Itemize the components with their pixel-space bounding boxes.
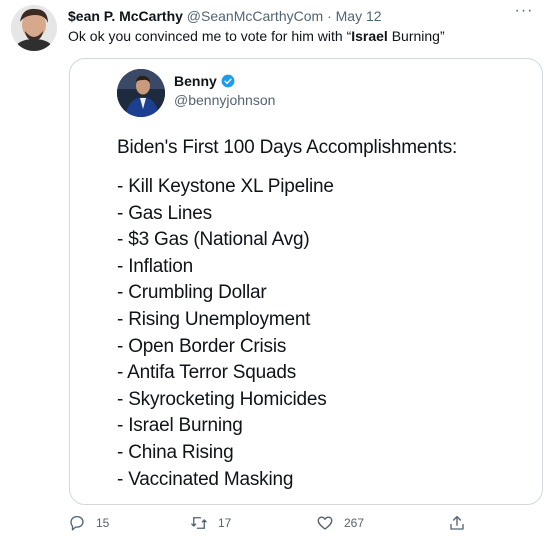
list-item: - Inflation xyxy=(117,255,193,277)
separator-dot: · xyxy=(327,8,332,24)
list-item: - Crumbling Dollar xyxy=(117,282,267,304)
list-item: - Gas Lines xyxy=(117,202,212,224)
list-item: - Vaccinated Masking xyxy=(117,468,294,490)
heart-icon xyxy=(317,516,333,530)
quoted-author-name-text: Benny xyxy=(174,73,217,89)
list-item: - Skyrocketing Homicides xyxy=(117,388,327,410)
quoted-author-avatar-image xyxy=(117,69,165,117)
like-button[interactable]: 267 xyxy=(316,514,364,532)
tweet-actions: 15 17 267 xyxy=(0,514,549,536)
author-name[interactable]: $ean P. McCarthy xyxy=(68,8,183,24)
quoted-author-avatar xyxy=(117,69,165,117)
quoted-author-name: Benny xyxy=(174,73,235,89)
list-item: - Kill Keystone XL Pipeline xyxy=(117,176,334,197)
reply-icon xyxy=(70,515,84,531)
list-item: - $3 Gas (National Avg) xyxy=(117,229,310,251)
list-item: - Open Border Crisis xyxy=(117,335,287,357)
author-avatar[interactable] xyxy=(11,5,57,51)
tweet-text-highlight: Israel xyxy=(351,28,388,44)
verified-badge-icon xyxy=(221,74,235,88)
tweet-text-prefix: Ok ok you convinced me to vote for him w… xyxy=(68,28,352,44)
share-button[interactable] xyxy=(448,514,466,532)
tweet-text-suffix: Burning” xyxy=(387,28,445,44)
tweet-text: Ok ok you convinced me to vote for him w… xyxy=(68,28,445,44)
list-item: - Antifa Terror Squads xyxy=(117,362,297,384)
quoted-author-handle: @bennyjohnson xyxy=(174,92,276,108)
reply-button[interactable]: 15 xyxy=(68,514,109,532)
tweet-date[interactable]: May 12 xyxy=(336,8,382,24)
list-item: - China Rising xyxy=(117,441,234,463)
list-item: - Israel Burning xyxy=(117,415,243,437)
retweet-count: 17 xyxy=(218,516,232,530)
retweet-icon xyxy=(191,517,207,529)
tweet[interactable]: $ean P. McCarthy @SeanMcCarthyCom · May … xyxy=(0,0,549,542)
author-avatar-image xyxy=(11,5,57,51)
quoted-title: Biden's First 100 Days Accomplishments: xyxy=(117,137,458,158)
like-count: 267 xyxy=(344,516,365,530)
author-handle[interactable]: @SeanMcCarthyCom xyxy=(187,8,323,24)
share-icon xyxy=(450,515,464,530)
quoted-image-card[interactable]: Benny @bennyjohnson Biden's First 100 Da… xyxy=(69,58,543,505)
retweet-button[interactable]: 17 xyxy=(190,514,231,532)
more-options-icon[interactable]: ··· xyxy=(513,3,535,26)
reply-count: 15 xyxy=(96,516,110,530)
quoted-list: - Kill Keystone XL Pipeline - Gas Lines … xyxy=(117,174,334,493)
list-item: - Rising Unemployment xyxy=(117,308,311,330)
tweet-header: $ean P. McCarthy @SeanMcCarthyCom · May … xyxy=(68,8,382,24)
